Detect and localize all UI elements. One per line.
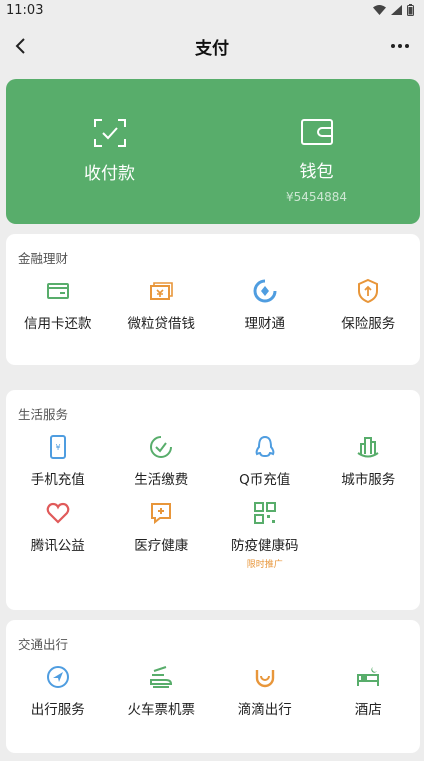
life-services-section: 生活服务 ¥ 手机充值 生活缴费 Q币充值 城市服务 腾讯公益 医疗健康 防疫健…	[6, 390, 420, 610]
status-icons	[373, 4, 414, 16]
section-title: 金融理财	[18, 251, 69, 266]
health-code-item[interactable]: 防疫健康码 限时推广	[213, 488, 317, 570]
travel-service-item[interactable]: 出行服务	[6, 652, 110, 718]
signal-icon	[391, 5, 402, 15]
loan-item[interactable]: 微粒贷借钱	[110, 266, 214, 332]
charity-icon	[46, 502, 70, 524]
phone-topup-icon: ¥	[49, 435, 66, 459]
cell-label: 手机充值	[30, 472, 85, 488]
medical-item[interactable]: 医疗健康	[110, 488, 214, 570]
qq-coin-item[interactable]: Q币充值	[213, 422, 317, 488]
hotel-icon	[357, 667, 380, 686]
travel-icon	[46, 666, 69, 688]
didi-item[interactable]: 滴滴出行	[213, 652, 317, 718]
cell-label: 保险服务	[341, 316, 396, 332]
svg-text:¥: ¥	[55, 443, 60, 452]
bill-payment-icon	[150, 436, 173, 458]
collect-pay-label: 收付款	[84, 164, 135, 184]
wealth-item[interactable]: 理财通	[213, 266, 317, 332]
section-title: 生活服务	[18, 407, 69, 422]
cell-label: 防疫健康码	[231, 538, 299, 554]
insurance-item[interactable]: 保险服务	[317, 266, 421, 332]
didi-icon	[255, 670, 274, 688]
promo-tag: 限时推广	[246, 560, 283, 570]
wifi-icon	[373, 5, 386, 15]
hotel-item[interactable]: 酒店	[317, 652, 421, 718]
cell-label: 腾讯公益	[30, 538, 85, 554]
back-button[interactable]	[6, 32, 34, 60]
cell-label: 滴滴出行	[237, 702, 292, 718]
credit-card-repay-item[interactable]: 信用卡还款	[6, 266, 110, 332]
scan-check-icon	[93, 119, 126, 147]
cell-label: 城市服务	[341, 472, 396, 488]
cell-label: 酒店	[354, 702, 382, 718]
page-title: 支付	[195, 38, 229, 59]
cell-label: 出行服务	[30, 702, 85, 718]
city-service-item[interactable]: 城市服务	[317, 422, 421, 488]
cell-label: 火车票机票	[127, 702, 196, 718]
cell-label: 医疗健康	[134, 538, 189, 554]
wealth-icon	[253, 279, 277, 303]
finance-section: 金融理财 信用卡还款 微粒贷借钱 理财通 保险服务	[6, 234, 420, 365]
wallet-icon	[300, 119, 333, 145]
cell-label: 生活缴费	[134, 472, 189, 488]
wallet-button[interactable]: 钱包 ¥5454884	[213, 79, 420, 224]
nav-bar: 支付	[0, 20, 424, 72]
payment-hero-card: 收付款 钱包 ¥5454884	[6, 79, 420, 224]
loan-icon	[150, 282, 174, 300]
cell-label: Q币充值	[239, 472, 291, 488]
battery-icon	[407, 4, 414, 16]
city-service-icon	[357, 437, 379, 458]
status-time: 11:03	[6, 2, 44, 18]
wallet-label: 钱包	[299, 162, 334, 182]
bill-payment-item[interactable]: 生活缴费	[110, 422, 214, 488]
wallet-balance: ¥5454884	[285, 190, 348, 204]
train-ticket-icon	[150, 666, 173, 688]
more-icon	[391, 44, 409, 48]
phone-topup-item[interactable]: ¥ 手机充值	[6, 422, 110, 488]
cell-label: 微粒贷借钱	[127, 316, 196, 332]
collect-pay-button[interactable]: 收付款	[6, 79, 213, 224]
credit-card-icon	[46, 283, 69, 299]
health-code-icon	[253, 502, 276, 524]
insurance-icon	[358, 278, 379, 304]
section-title: 交通出行	[18, 637, 69, 652]
cell-label: 信用卡还款	[24, 316, 92, 332]
transport-section: 交通出行 出行服务 火车票机票 滴滴出行 酒店	[6, 620, 420, 753]
qq-coin-icon	[255, 435, 275, 458]
cell-label: 理财通	[244, 316, 286, 332]
train-ticket-item[interactable]: 火车票机票	[110, 652, 214, 718]
charity-item[interactable]: 腾讯公益	[6, 488, 110, 570]
more-button[interactable]	[386, 32, 414, 60]
back-icon	[15, 38, 25, 54]
status-bar: 11:03	[0, 0, 424, 20]
medical-icon	[151, 503, 172, 525]
